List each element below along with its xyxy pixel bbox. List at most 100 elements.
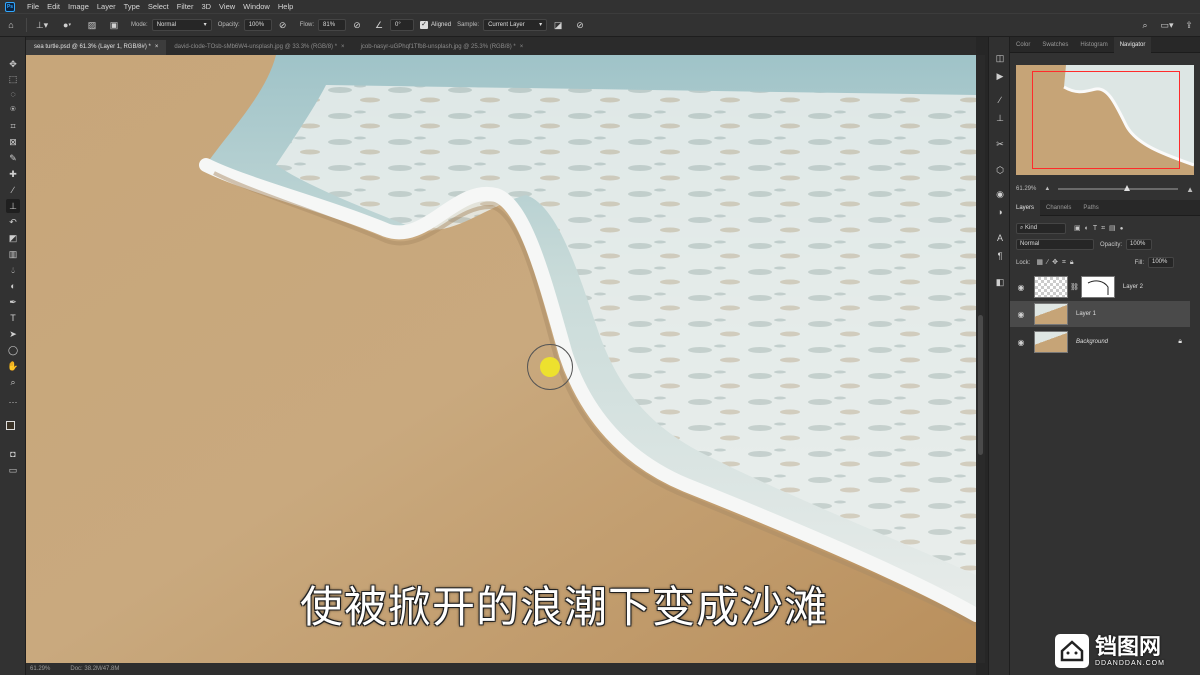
pen-tool-icon[interactable]: ✒ <box>6 295 20 309</box>
aligned-checkbox[interactable]: ✓ <box>420 21 429 29</box>
menu-edit[interactable]: Edit <box>43 2 64 11</box>
zoom-slider[interactable] <box>1058 185 1179 191</box>
menu-help[interactable]: Help <box>274 2 297 11</box>
layer-name[interactable]: Layer 1 <box>1076 311 1096 317</box>
tab-jcob-nasyr[interactable]: jcob-nasyr-uGPhqf1Tfb8-unsplash.jpg @ 25… <box>353 40 532 55</box>
tab-david-clode[interactable]: david-clode-TOsb-sMb6W4-unsplash.jpg @ 3… <box>166 40 352 55</box>
eyedropper-tool-icon[interactable]: ✎ <box>6 151 20 165</box>
pressure-opacity-icon[interactable]: ⊘ <box>276 18 290 32</box>
tab-paths[interactable]: Paths <box>1077 200 1104 216</box>
layer-filter-icons[interactable]: ▣◐T⌗▤ <box>1074 224 1120 233</box>
blur-tool-icon[interactable]: 💧︎ <box>6 263 20 277</box>
menu-file[interactable]: File <box>23 2 43 11</box>
navigator-thumbnail[interactable] <box>1016 65 1194 175</box>
eye-icon[interactable]: ◉ <box>1014 338 1028 347</box>
navigator-view-box[interactable] <box>1032 71 1180 169</box>
fill-field[interactable]: 100% <box>1148 257 1174 268</box>
angle-field[interactable]: 0° <box>390 19 415 31</box>
layers-panel-icon[interactable]: ◧ <box>993 275 1007 289</box>
tools-presets-icon[interactable]: ✂ <box>993 137 1007 151</box>
navigator-zoom-value[interactable]: 61.29% <box>1016 186 1036 192</box>
3d-panel-icon[interactable]: ⬡ <box>993 163 1007 177</box>
menu-view[interactable]: View <box>215 2 239 11</box>
menu-select[interactable]: Select <box>144 2 173 11</box>
lock-icon[interactable]: 🔒︎ <box>1178 338 1182 346</box>
layer-name[interactable]: Background <box>1076 339 1108 345</box>
clone-source-panel-icon[interactable]: ⊥ <box>993 111 1007 125</box>
layer-name[interactable]: Layer 2 <box>1123 284 1143 290</box>
status-zoom[interactable]: 61.29% <box>30 666 50 672</box>
eraser-tool-icon[interactable]: ◩ <box>6 231 20 245</box>
screen-mode-icon[interactable]: ▭ <box>6 463 20 477</box>
gradient-tool-icon[interactable]: ▥ <box>6 247 20 261</box>
eye-icon[interactable]: ◉ <box>1014 310 1028 319</box>
tab-color[interactable]: Color <box>1010 37 1036 53</box>
crop-tool-icon[interactable]: ⌗ <box>6 119 20 133</box>
clone-source-icon[interactable]: ▣ <box>107 18 121 32</box>
styles-icon[interactable]: ◑ <box>993 205 1007 219</box>
workspace-icon[interactable]: ▭▾ <box>1160 18 1174 32</box>
history-brush-tool-icon[interactable]: ↶ <box>6 215 20 229</box>
quick-select-tool-icon[interactable]: ⍟ <box>6 102 20 116</box>
quick-mask-icon[interactable]: ◘ <box>6 447 20 461</box>
layer-row-selected[interactable]: ◉ Layer 1 <box>1010 301 1190 327</box>
tab-layers[interactable]: Layers <box>1010 199 1041 216</box>
close-icon[interactable]: × <box>155 44 159 50</box>
marquee-tool-icon[interactable]: ⬚ <box>6 72 20 86</box>
filter-toggle-icon[interactable]: ● <box>1120 226 1124 232</box>
ignore-adjustment-icon[interactable]: ◪ <box>551 18 565 32</box>
clone-stamp-tool-icon[interactable]: ⊥ <box>6 199 20 213</box>
eye-icon[interactable]: ◉ <box>1014 283 1028 292</box>
zoom-tool-icon[interactable]: ⌕ <box>6 375 20 389</box>
tab-channels[interactable]: Channels <box>1040 200 1077 216</box>
foreground-background-color-icon[interactable] <box>6 421 20 435</box>
flow-field[interactable]: 81% <box>318 19 347 31</box>
hand-tool-icon[interactable]: ✋ <box>6 359 20 373</box>
tab-navigator[interactable]: Navigator <box>1113 36 1152 53</box>
character-panel-icon[interactable]: A <box>993 231 1007 245</box>
layer-filter-dropdown[interactable]: ⌕ Kind <box>1016 223 1066 234</box>
menu-3d[interactable]: 3D <box>197 2 215 11</box>
adjustments-icon[interactable]: ◉ <box>993 187 1007 201</box>
document-canvas[interactable]: 使被掀开的浪潮下变成沙滩 <box>26 55 976 663</box>
airbrush-icon[interactable]: ⊘ <box>350 18 364 32</box>
move-tool-icon[interactable]: ✥ <box>6 57 20 71</box>
mode-dropdown[interactable]: Normal ▾ <box>151 19 212 31</box>
path-select-tool-icon[interactable]: ➤ <box>6 327 20 341</box>
zoom-in-icon[interactable]: ▲ <box>1186 185 1194 194</box>
zoom-out-icon[interactable]: ▲ <box>1044 186 1050 192</box>
brush-preset-icon[interactable]: ● ▾ <box>57 18 77 32</box>
lock-icons[interactable]: ▦∕✥⌗🔒︎ <box>1036 258 1077 267</box>
menu-image[interactable]: Image <box>64 2 93 11</box>
scrollbar-thumb[interactable] <box>978 315 983 455</box>
shape-tool-icon[interactable]: ◯ <box>6 343 20 357</box>
healing-brush-tool-icon[interactable]: ✚ <box>6 167 20 181</box>
share-icon[interactable]: ⇪ <box>1182 18 1196 32</box>
history-panel-icon[interactable]: ◫ <box>993 51 1007 65</box>
type-tool-icon[interactable]: T <box>6 311 20 325</box>
pressure-size-icon[interactable]: ⊘ <box>573 18 587 32</box>
close-icon[interactable]: × <box>341 44 345 50</box>
frame-tool-icon[interactable]: ⊠ <box>6 135 20 149</box>
close-icon[interactable]: × <box>520 44 524 50</box>
brush-tool-icon[interactable]: ∕ <box>6 183 20 197</box>
menu-filter[interactable]: Filter <box>173 2 198 11</box>
tab-histogram[interactable]: Histogram <box>1074 37 1113 53</box>
brush-settings-icon[interactable]: ▨ <box>85 18 99 32</box>
tab-sea-turtle[interactable]: sea turtle.psd @ 61.3% (Layer 1, RGB/8#)… <box>26 40 167 55</box>
menu-type[interactable]: Type <box>120 2 144 11</box>
paragraph-panel-icon[interactable]: ¶ <box>993 249 1007 263</box>
blend-mode-dropdown[interactable]: Normal <box>1016 239 1094 250</box>
foreground-color-swatch[interactable] <box>6 421 15 430</box>
search-icon[interactable]: ⌕ <box>1138 18 1152 32</box>
clone-stamp-tool-icon[interactable]: ⊥▾ <box>35 18 49 32</box>
lasso-tool-icon[interactable]: ◌ <box>6 87 20 101</box>
layer-opacity-field[interactable]: 100% <box>1126 239 1153 250</box>
link-icon[interactable]: ⛓︎ <box>1070 283 1079 291</box>
layer-row[interactable]: ◉ ⛓︎ Layer 2 <box>1010 274 1190 300</box>
edit-toolbar-icon[interactable]: ··· <box>6 395 20 409</box>
zoom-slider-knob[interactable] <box>1124 185 1131 191</box>
dodge-tool-icon[interactable]: ◐ <box>6 279 20 293</box>
opacity-field[interactable]: 100% <box>243 19 272 31</box>
brushes-panel-icon[interactable]: ∕ <box>993 93 1007 107</box>
